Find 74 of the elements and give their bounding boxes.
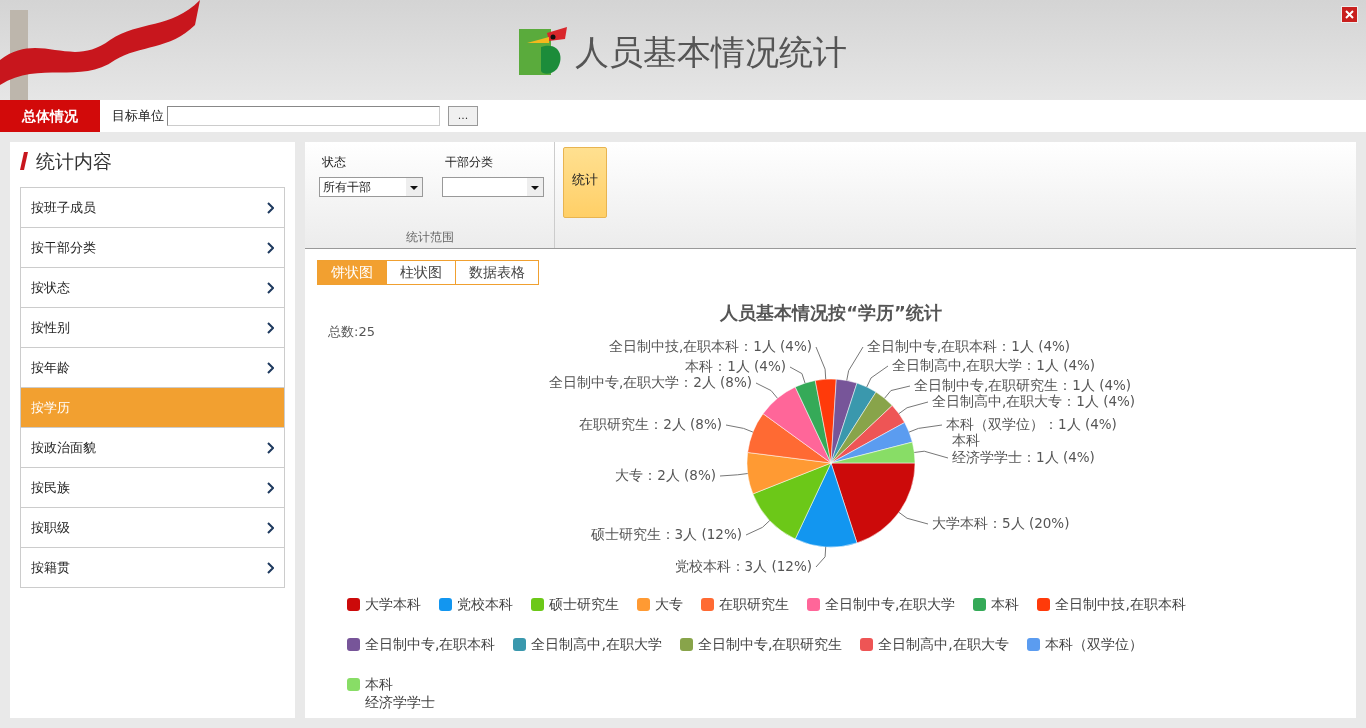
total-count: 总数:25 <box>328 323 375 341</box>
close-icon <box>1345 10 1354 19</box>
chevron-right-icon <box>267 281 274 294</box>
chart-title: 人员基本情况按“学历”统计 <box>720 302 942 323</box>
legend-label[interactable]: 本科经济学学士 <box>365 675 455 711</box>
leader-line <box>898 401 929 415</box>
legend-label[interactable]: 本科（双学位） <box>1044 635 1143 653</box>
chevron-right-icon <box>267 201 274 214</box>
slice-label: 全日制中专,在职大学：2人 (8%) <box>548 374 752 391</box>
category-select[interactable] <box>442 177 544 197</box>
close-button[interactable] <box>1341 6 1358 23</box>
legend-label[interactable]: 全日制中专,在职本科 <box>365 635 496 653</box>
chevron-right-icon <box>267 481 274 494</box>
sidebar-item[interactable]: 按班子成员 <box>21 188 284 228</box>
sidebar-item[interactable]: 按状态 <box>21 268 284 308</box>
slash-icon <box>20 152 28 170</box>
legend-label[interactable]: 全日制中专,在职研究生 <box>697 635 843 653</box>
leader-line <box>908 424 943 433</box>
chevron-right-icon <box>267 441 274 454</box>
target-unit-field[interactable] <box>167 106 440 126</box>
leader-line <box>725 424 754 433</box>
legend-label[interactable]: 党校本科 <box>457 595 513 613</box>
page-title: 人员基本情况统计 <box>575 35 847 69</box>
chevron-right-icon <box>267 241 274 254</box>
slice-label: 党校本科：3人 (12%) <box>674 558 812 575</box>
overview-tab[interactable]: 总体情况 <box>0 100 100 132</box>
leader-line <box>846 346 864 381</box>
sidebar-item[interactable]: 按性别 <box>21 308 284 348</box>
leader-line <box>719 473 749 477</box>
leader-line <box>815 346 827 380</box>
leader-line <box>745 520 771 536</box>
leader-line <box>755 382 778 399</box>
sidebar-item[interactable]: 按干部分类 <box>21 228 284 268</box>
leader-line <box>898 511 929 525</box>
slice-label: 全日制中专,在职本科：1人 (4%) <box>867 338 1071 355</box>
target-unit-label: 目标单位 <box>112 107 164 126</box>
legend-label[interactable]: 全日制高中,在职大专 <box>878 635 1009 653</box>
leader-line <box>913 450 949 459</box>
sidebar-item[interactable]: 按民族 <box>21 468 284 508</box>
legend-label[interactable]: 硕士研究生 <box>549 595 619 613</box>
chevron-right-icon <box>267 561 274 574</box>
slice-label: 全日制中技,在职本科：1人 (4%) <box>608 338 812 355</box>
legend-label[interactable]: 全日制中专,在职大学 <box>825 595 956 613</box>
legend-label[interactable]: 全日制高中,在职大学 <box>531 635 662 653</box>
chevron-right-icon <box>267 361 274 374</box>
slice-label: 大专：2人 (8%) <box>615 467 716 484</box>
leader-line <box>789 366 806 384</box>
slice-label: 在职研究生：2人 (8%) <box>579 416 722 433</box>
browse-button[interactable]: ... <box>448 106 478 126</box>
sidebar-item[interactable]: 按政治面貌 <box>21 428 284 468</box>
status-select[interactable]: 所有干部 <box>319 177 423 197</box>
legend-label[interactable]: 在职研究生 <box>719 595 789 613</box>
status-label: 状态 <box>321 154 347 171</box>
group-label: 统计范围 <box>405 229 454 246</box>
statistics-button[interactable]: 统计 <box>563 147 607 218</box>
legend-label[interactable]: 大学本科 <box>365 595 421 613</box>
legend-label[interactable]: 本科 <box>991 595 1020 613</box>
slice-label: 本科：1人 (4%) <box>685 358 786 375</box>
slice-label: 全日制中专,在职研究生：1人 (4%) <box>914 377 1132 394</box>
legend-label[interactable]: 全日制中技,在职本科 <box>1055 595 1186 613</box>
slice-label: 大学本科：5人 (20%) <box>932 515 1070 532</box>
sidebar-heading: 统计内容 <box>36 148 112 174</box>
category-label: 干部分类 <box>444 154 494 171</box>
sidebar-item[interactable]: 按籍贯 <box>21 548 284 588</box>
slice-label: 硕士研究生：3人 (12%) <box>590 526 742 543</box>
sidebar-item[interactable]: 按职级 <box>21 508 284 548</box>
slice-label: 本科经济学学士：1人 (4%) <box>952 432 1096 466</box>
legend-label[interactable]: 大专 <box>655 595 683 613</box>
slice-label: 本科（双学位）：1人 (4%) <box>946 416 1117 433</box>
slice-label: 全日制高中,在职大学：1人 (4%) <box>892 357 1096 374</box>
slice-label: 全日制高中,在职大专：1人 (4%) <box>932 393 1136 410</box>
leader-line <box>815 546 827 568</box>
chevron-right-icon <box>267 321 274 334</box>
chevron-right-icon <box>267 521 274 534</box>
